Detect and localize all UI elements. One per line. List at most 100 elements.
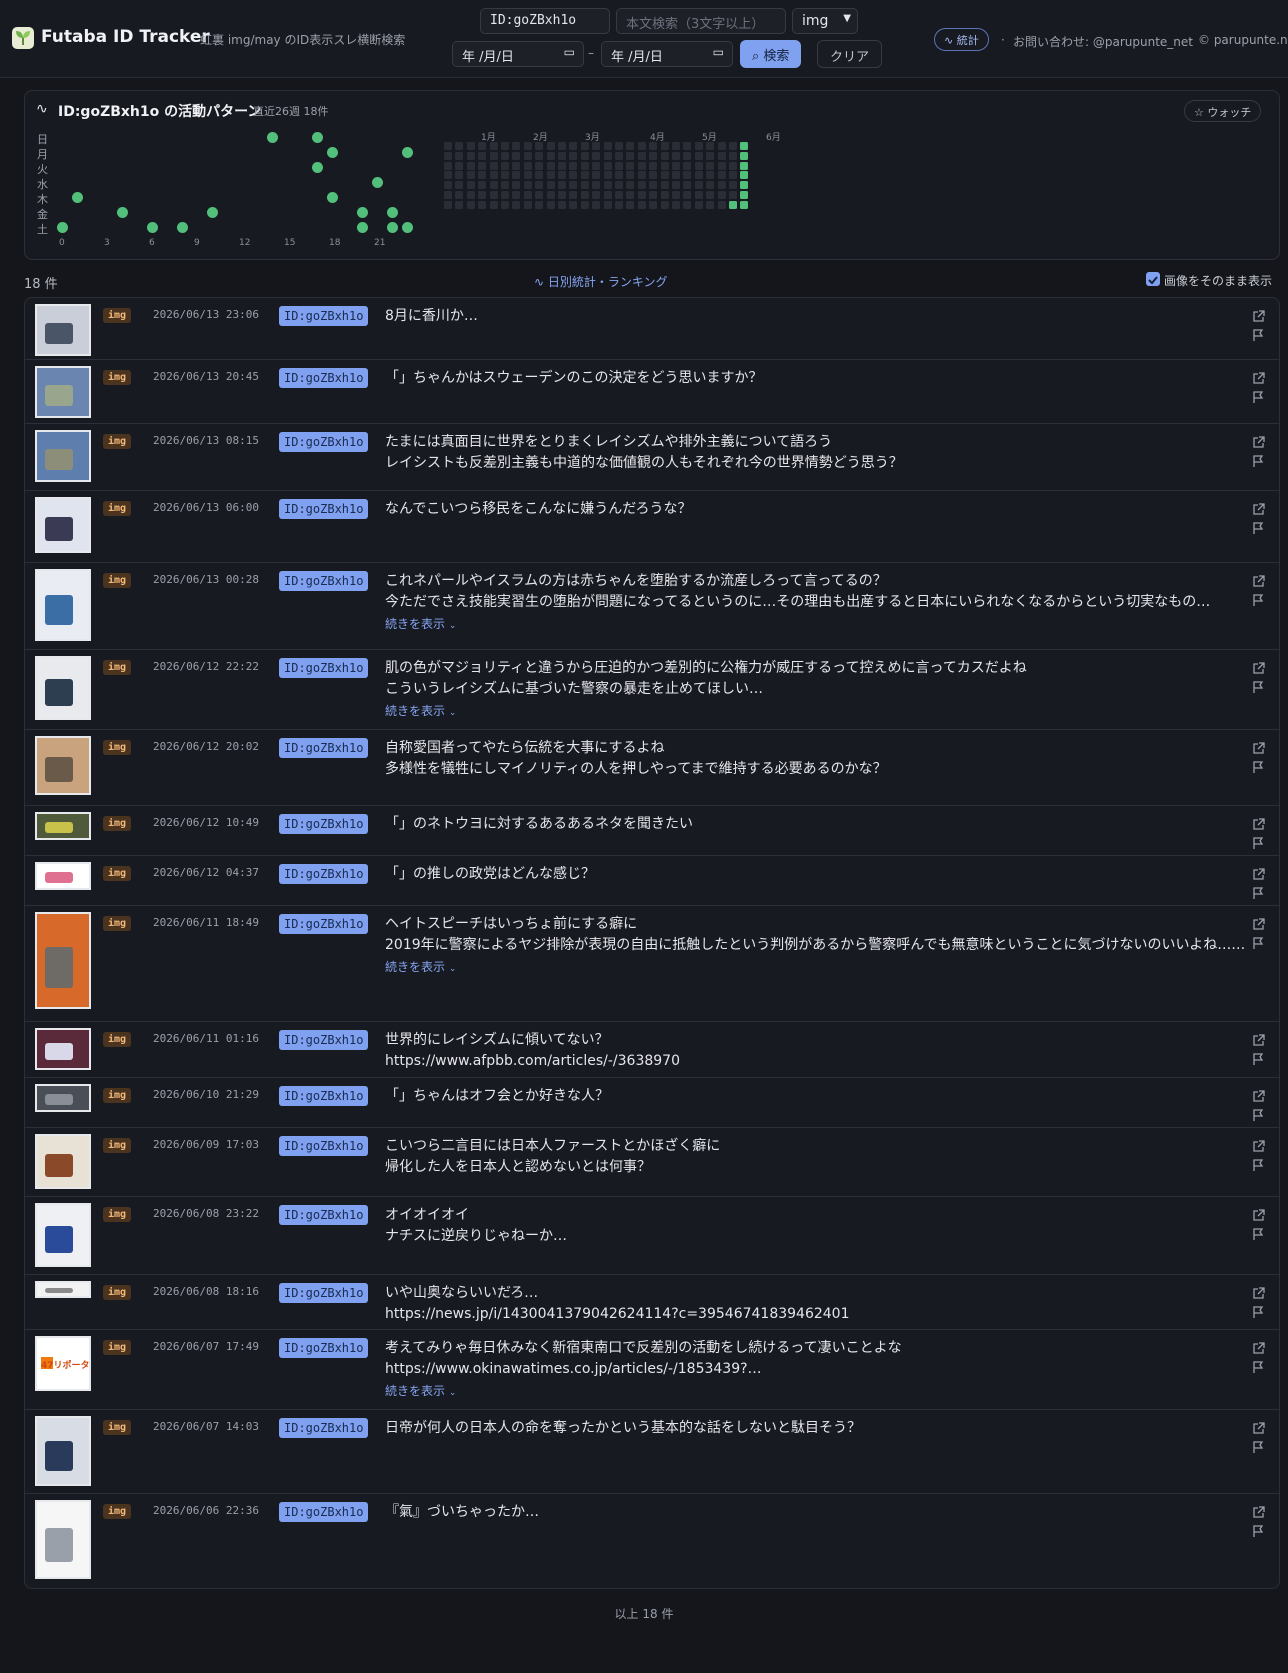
report-flag-icon[interactable] (1252, 935, 1265, 954)
text-search-input[interactable]: 本文検索（3文字以上） (616, 8, 786, 34)
post-row[interactable]: img 2026/06/10 21:29 ID:goZBxh1o 「」ちゃんはオフ会と… (25, 1078, 1279, 1128)
show-images-checkbox[interactable] (1146, 272, 1160, 286)
post-row[interactable]: img 2026/06/11 01:16 ID:goZBxh1o 世界的にレイシズムに… (25, 1022, 1279, 1078)
board-select[interactable]: img ▼ (792, 8, 858, 34)
post-row[interactable]: img 2026/06/13 23:06 ID:goZBxh1o 8月に香川か… (25, 298, 1279, 360)
daily-stats-link[interactable]: ∿ 日別統計・ランキング (534, 273, 668, 290)
calendar-icon[interactable]: ▭ (564, 45, 575, 59)
post-row[interactable]: 47リポーターズ img 2026/06/07 17:49 ID:goZBxh1o 考え… (25, 1330, 1279, 1410)
report-flag-icon[interactable] (1252, 1157, 1265, 1176)
post-id-tag[interactable]: ID:goZBxh1o (279, 1086, 369, 1106)
post-id-tag[interactable]: ID:goZBxh1o (279, 1030, 369, 1050)
post-id-tag[interactable]: ID:goZBxh1o (279, 914, 369, 934)
external-link-icon[interactable] (1252, 1504, 1265, 1523)
post-thumbnail[interactable] (35, 736, 91, 795)
external-link-icon[interactable] (1252, 1420, 1265, 1439)
external-link-icon[interactable] (1252, 1032, 1265, 1051)
show-more-link[interactable]: 続きを表示 ⌄ (385, 1382, 456, 1399)
post-row[interactable]: img 2026/06/13 08:15 ID:goZBxh1o たまには真面目に世界… (25, 424, 1279, 491)
post-thumbnail[interactable] (35, 1416, 91, 1486)
report-flag-icon[interactable] (1252, 520, 1265, 539)
post-row[interactable]: img 2026/06/12 04:37 ID:goZBxh1o 「」の推しの政党はど… (25, 856, 1279, 906)
show-more-link[interactable]: 続きを表示 ⌄ (385, 702, 456, 719)
date-to-input[interactable]: 年 /月/日 ▭ (601, 41, 733, 67)
post-thumbnail[interactable] (35, 1084, 91, 1112)
report-flag-icon[interactable] (1252, 453, 1265, 472)
post-thumbnail[interactable] (35, 1203, 91, 1267)
post-row[interactable]: img 2026/06/12 20:02 ID:goZBxh1o 自称愛国者ってやたら… (25, 730, 1279, 806)
external-link-icon[interactable] (1252, 916, 1265, 935)
post-id-tag[interactable]: ID:goZBxh1o (279, 571, 369, 591)
report-flag-icon[interactable] (1252, 759, 1265, 778)
post-row[interactable]: img 2026/06/11 18:49 ID:goZBxh1o ヘイトスピーチはいっ… (25, 906, 1279, 1022)
post-thumbnail[interactable] (35, 497, 91, 553)
report-flag-icon[interactable] (1252, 327, 1265, 346)
contact-link[interactable]: お問い合わせ: @parupunte_net (1013, 33, 1193, 50)
external-link-icon[interactable] (1252, 1207, 1265, 1226)
post-thumbnail[interactable] (35, 862, 91, 890)
post-row[interactable]: img 2026/06/06 22:36 ID:goZBxh1o 『氣』づいちゃったか… (25, 1494, 1279, 1588)
post-id-tag[interactable]: ID:goZBxh1o (279, 658, 369, 678)
report-flag-icon[interactable] (1252, 679, 1265, 698)
external-link-icon[interactable] (1252, 573, 1265, 592)
post-thumbnail[interactable] (35, 1500, 91, 1579)
external-link-icon[interactable] (1252, 308, 1265, 327)
post-id-tag[interactable]: ID:goZBxh1o (279, 368, 369, 388)
external-link-icon[interactable] (1252, 1340, 1265, 1359)
post-row[interactable]: img 2026/06/13 20:45 ID:goZBxh1o 「」ちゃんかはスウェ… (25, 360, 1279, 424)
post-row[interactable]: img 2026/06/08 23:22 ID:goZBxh1o オイオイオイ ナチスに… (25, 1197, 1279, 1275)
post-row[interactable]: img 2026/06/07 14:03 ID:goZBxh1o 日帝が何人の日本人の… (25, 1410, 1279, 1494)
post-id-tag[interactable]: ID:goZBxh1o (279, 1205, 369, 1225)
post-thumbnail[interactable] (35, 366, 91, 418)
clear-button[interactable]: クリア (817, 40, 883, 68)
post-id-tag[interactable]: ID:goZBxh1o (279, 1136, 369, 1156)
stats-pill-button[interactable]: ∿ 統計 (934, 28, 989, 51)
external-link-icon[interactable] (1252, 660, 1265, 679)
post-row[interactable]: img 2026/06/08 18:16 ID:goZBxh1o いや山奥ならいいだろ… (25, 1275, 1279, 1330)
post-thumbnail[interactable] (35, 1281, 91, 1298)
post-row[interactable]: img 2026/06/13 00:28 ID:goZBxh1o これネパールやイスラ… (25, 563, 1279, 650)
post-id-tag[interactable]: ID:goZBxh1o (279, 738, 369, 758)
external-link-icon[interactable] (1252, 1138, 1265, 1157)
show-more-link[interactable]: 続きを表示 ⌄ (385, 958, 456, 975)
external-link-icon[interactable] (1252, 866, 1265, 885)
post-thumbnail[interactable] (35, 569, 91, 641)
external-link-icon[interactable] (1252, 501, 1265, 520)
post-row[interactable]: img 2026/06/09 17:03 ID:goZBxh1o こいつら二言目には日… (25, 1128, 1279, 1197)
external-link-icon[interactable] (1252, 370, 1265, 389)
report-flag-icon[interactable] (1252, 1051, 1265, 1070)
post-id-tag[interactable]: ID:goZBxh1o (279, 1418, 369, 1438)
external-link-icon[interactable] (1252, 1285, 1265, 1304)
report-flag-icon[interactable] (1252, 885, 1265, 904)
post-thumbnail[interactable] (35, 430, 91, 482)
show-more-link[interactable]: 続きを表示 ⌄ (385, 615, 456, 632)
report-flag-icon[interactable] (1252, 1226, 1265, 1245)
post-thumbnail[interactable] (35, 304, 91, 356)
id-input[interactable]: ID:goZBxh1o (480, 8, 610, 34)
external-link-icon[interactable] (1252, 434, 1265, 453)
report-flag-icon[interactable] (1252, 592, 1265, 611)
search-button[interactable]: ⌕ 検索 (740, 40, 802, 68)
watch-button[interactable]: ☆ ウォッチ (1184, 100, 1262, 122)
calendar-icon[interactable]: ▭ (713, 45, 724, 59)
external-link-icon[interactable] (1252, 1088, 1265, 1107)
post-thumbnail[interactable] (35, 812, 91, 840)
post-thumbnail[interactable]: 47リポーターズ (35, 1336, 91, 1391)
report-flag-icon[interactable] (1252, 1107, 1265, 1126)
report-flag-icon[interactable] (1252, 1523, 1265, 1542)
post-id-tag[interactable]: ID:goZBxh1o (279, 499, 369, 519)
post-id-tag[interactable]: ID:goZBxh1o (279, 306, 369, 326)
post-thumbnail[interactable] (35, 1134, 91, 1189)
post-thumbnail[interactable] (35, 1028, 91, 1070)
post-id-tag[interactable]: ID:goZBxh1o (279, 814, 369, 834)
post-id-tag[interactable]: ID:goZBxh1o (279, 1338, 369, 1358)
report-flag-icon[interactable] (1252, 389, 1265, 408)
date-from-input[interactable]: 年 /月/日 ▭ (452, 41, 584, 67)
report-flag-icon[interactable] (1252, 835, 1265, 854)
post-id-tag[interactable]: ID:goZBxh1o (279, 1283, 369, 1303)
external-link-icon[interactable] (1252, 816, 1265, 835)
report-flag-icon[interactable] (1252, 1304, 1265, 1323)
post-id-tag[interactable]: ID:goZBxh1o (279, 1502, 369, 1522)
post-row[interactable]: img 2026/06/13 06:00 ID:goZBxh1o なんでこいつら移民を… (25, 491, 1279, 563)
external-link-icon[interactable] (1252, 740, 1265, 759)
